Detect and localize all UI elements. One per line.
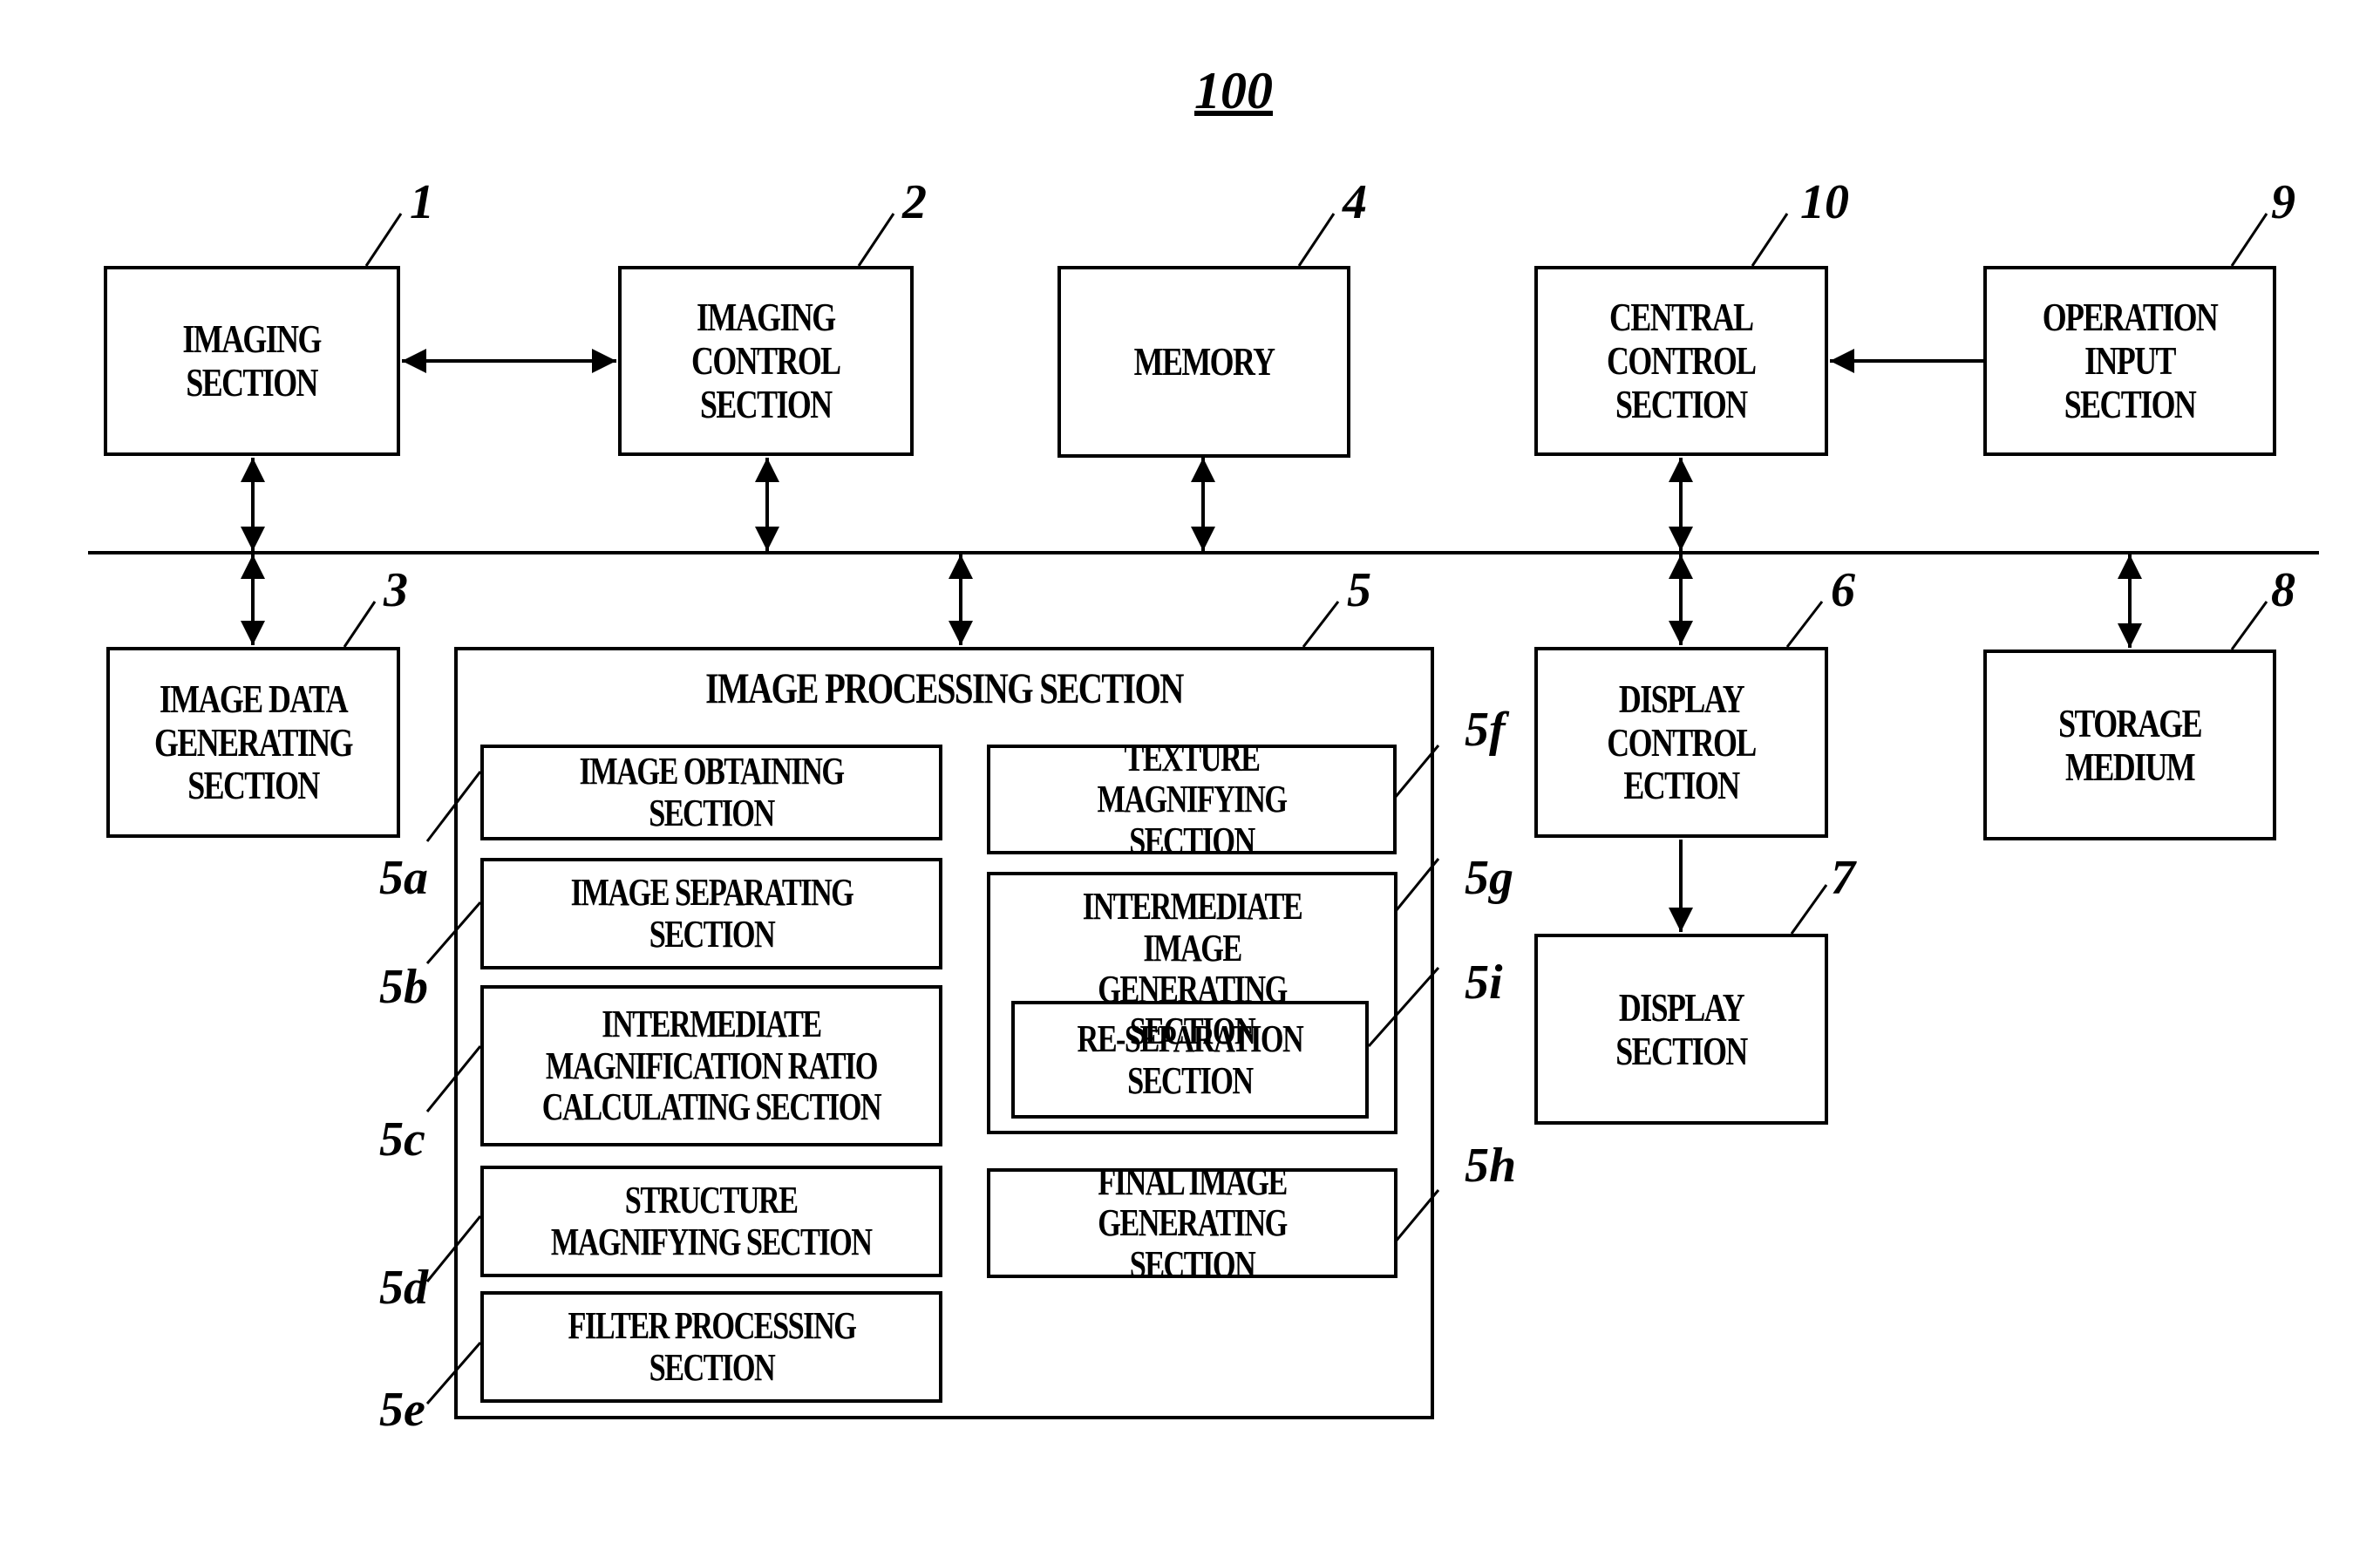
ref-1: 1 xyxy=(410,175,434,229)
ref-8: 8 xyxy=(2271,563,2295,617)
ref-3: 3 xyxy=(384,563,408,617)
operation-input-section-label: OPERATION INPUT SECTION xyxy=(2042,295,2219,426)
imaging-section-label: IMAGING SECTION xyxy=(182,316,323,405)
imaging-control-section-box: IMAGING CONTROL SECTION xyxy=(618,266,914,456)
structure-magnifying-section-box: STRUCTURE MAGNIFYING SECTION xyxy=(480,1166,942,1277)
ref-5b: 5b xyxy=(379,960,428,1014)
ref-2: 2 xyxy=(902,175,927,229)
ref-10: 10 xyxy=(1800,175,1849,229)
image-separating-section-box: IMAGE SEPARATING SECTION xyxy=(480,858,942,969)
structure-magnifying-section-label: STRUCTURE MAGNIFYING SECTION xyxy=(551,1179,873,1263)
storage-medium-label: STORAGE MEDIUM xyxy=(2058,700,2202,789)
central-control-section-box: CENTRAL CONTROL SECTION xyxy=(1534,266,1828,456)
ref-5e: 5e xyxy=(379,1383,425,1437)
ref-4: 4 xyxy=(1343,175,1367,229)
intermediate-magnification-ratio-calculating-section-label: INTERMEDIATE MAGNIFICATION RATIO CALCULA… xyxy=(541,1003,882,1129)
ref-5g: 5g xyxy=(1465,851,1513,905)
ref-6: 6 xyxy=(1831,563,1855,617)
ref-5i: 5i xyxy=(1465,956,1503,1010)
re-separation-section-label: RE-SEPARATION SECTION xyxy=(1077,1017,1304,1102)
storage-medium-box: STORAGE MEDIUM xyxy=(1983,650,2276,840)
imaging-section-box: IMAGING SECTION xyxy=(104,266,400,456)
texture-magnifying-section-label: TEXTURE MAGNIFYING SECTION xyxy=(1097,736,1288,862)
ref-7: 7 xyxy=(1831,851,1855,905)
display-control-section-box: DISPLAY CONTROL ECTION xyxy=(1534,647,1828,838)
ref-5c: 5c xyxy=(379,1112,425,1167)
figure-number: 100 xyxy=(1194,62,1273,119)
memory-box: MEMORY xyxy=(1057,266,1350,458)
display-section-label: DISPLAY SECTION xyxy=(1615,984,1748,1073)
display-control-section-label: DISPLAY CONTROL ECTION xyxy=(1607,676,1757,808)
image-data-generating-section-box: IMAGE DATA GENERATING SECTION xyxy=(106,647,400,838)
central-control-section-label: CENTRAL CONTROL SECTION xyxy=(1607,295,1757,426)
operation-input-section-box: OPERATION INPUT SECTION xyxy=(1983,266,2276,456)
texture-magnifying-section-box: TEXTURE MAGNIFYING SECTION xyxy=(987,738,1397,861)
image-separating-section-label: IMAGE SEPARATING SECTION xyxy=(570,871,853,956)
ref-9: 9 xyxy=(2271,175,2295,229)
ref-5h: 5h xyxy=(1465,1139,1517,1193)
display-section-box: DISPLAY SECTION xyxy=(1534,934,1828,1125)
final-image-generating-section-box: FINAL IMAGE GENERATING SECTION xyxy=(987,1161,1397,1285)
imaging-control-section-label: IMAGING CONTROL SECTION xyxy=(691,295,841,426)
image-obtaining-section-box: IMAGE OBTAINING SECTION xyxy=(480,745,942,840)
image-obtaining-section-label: IMAGE OBTAINING SECTION xyxy=(579,750,845,834)
intermediate-magnification-ratio-calculating-section-box: INTERMEDIATE MAGNIFICATION RATIO CALCULA… xyxy=(480,985,942,1146)
filter-processing-section-label: FILTER PROCESSING SECTION xyxy=(568,1304,856,1389)
ref-5d: 5d xyxy=(379,1261,428,1315)
filter-processing-section-box: FILTER PROCESSING SECTION xyxy=(480,1291,942,1403)
final-image-generating-section-label: FINAL IMAGE GENERATING SECTION xyxy=(1098,1160,1288,1286)
ref-5: 5 xyxy=(1347,563,1371,617)
memory-label: MEMORY xyxy=(1133,339,1275,384)
re-separation-section-box: RE-SEPARATION SECTION xyxy=(1011,1001,1369,1119)
ref-5a: 5a xyxy=(379,851,428,905)
ref-5f: 5f xyxy=(1465,703,1506,757)
image-data-generating-section-label: IMAGE DATA GENERATING SECTION xyxy=(154,676,354,808)
image-processing-section-label: IMAGE PROCESSING SECTION xyxy=(705,663,1184,712)
